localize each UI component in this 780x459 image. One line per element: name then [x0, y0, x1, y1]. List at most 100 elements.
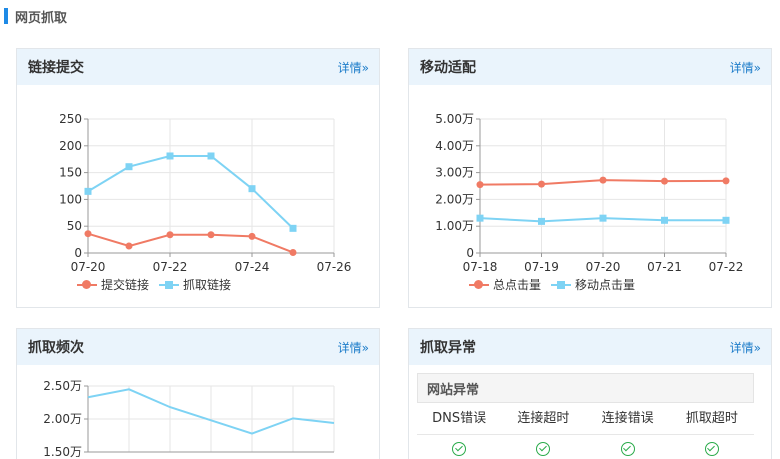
check-circle-icon: [704, 442, 719, 456]
col-dns-error: DNS错误: [417, 403, 502, 435]
chart-legend: 提交链接 抓取链接: [77, 276, 231, 293]
x-tick-label: 07-24: [235, 260, 270, 274]
details-link[interactable]: 详情»: [730, 59, 761, 76]
chart-link-submit: 0 50 100 150 200 250 07-20 07-22 07-24 07-26: [59, 112, 352, 274]
card-title: 链接提交: [28, 60, 84, 76]
details-link[interactable]: 详情»: [730, 339, 761, 356]
legend-item-submitted[interactable]: 提交链接: [77, 276, 149, 293]
legend-line-circle-icon: [469, 279, 489, 290]
section-accent-bar: [4, 8, 8, 24]
x-tick-label: 07-20: [71, 260, 106, 274]
status-cell: [501, 435, 585, 459]
check-circle-icon: [536, 442, 551, 456]
x-tick-label: 07-22: [709, 260, 744, 274]
y-tick-label: 3.00万: [435, 166, 474, 180]
chart-crawl-frequency: 1.50万 2.00万 2.50万: [43, 379, 335, 459]
data-point: [289, 224, 297, 232]
y-tick-label: 50: [67, 219, 82, 233]
x-tick-label: 07-26: [317, 260, 352, 274]
data-point: [125, 163, 133, 171]
data-point: [722, 177, 730, 185]
legend-line-square-icon: [159, 280, 180, 290]
x-tick-label: 07-22: [153, 260, 188, 274]
x-tick-label: 07-21: [647, 260, 682, 274]
card-title: 移动适配: [420, 60, 476, 76]
data-point: [722, 216, 730, 224]
status-cell: [586, 435, 670, 459]
y-tick-label: 1.00万: [435, 219, 474, 233]
error-table: DNS错误 连接超时 连接错误 抓取超时: [417, 403, 754, 459]
card-crawl-errors: 抓取异常 详情» 网站异常 DNS错误 连接超时 连接错误 抓取超时: [408, 328, 772, 459]
y-tick-label: 100: [59, 192, 82, 206]
data-point: [248, 185, 256, 193]
y-tick-label: 0: [74, 246, 82, 260]
status-cell: [417, 435, 501, 459]
data-point: [538, 217, 545, 225]
card-mobile-adapt: 移动适配 详情» 0 1.00万 2.00万 3.00万 4.00万 5.00万 07-18…: [408, 48, 772, 308]
card-crawl-frequency: 抓取频次 详情» 1.50万 2.00万 2.50万: [16, 328, 380, 459]
col-crawl-timeout: 抓取超时: [669, 403, 754, 435]
data-point: [84, 187, 92, 195]
card-title: 抓取频次: [28, 340, 84, 356]
x-tick-label: 07-18: [463, 260, 498, 274]
legend-label: 移动点击量: [575, 278, 636, 292]
status-cell: [670, 435, 754, 459]
check-circle-icon: [452, 442, 467, 456]
data-point: [84, 230, 92, 238]
chart-mobile-adapt: 0 1.00万 2.00万 3.00万 4.00万 5.00万 07-18 07-19 07-2…: [435, 112, 744, 274]
col-connect-timeout: 连接超时: [501, 403, 586, 435]
details-link[interactable]: 详情»: [338, 59, 369, 76]
y-tick-label: 5.00万: [435, 112, 474, 126]
check-circle-icon: [620, 442, 635, 456]
data-point: [248, 232, 256, 240]
data-point: [599, 214, 607, 222]
site-error-subheader: 网站异常: [417, 373, 754, 403]
card-header: 抓取异常 详情»: [409, 329, 771, 365]
data-point: [661, 216, 668, 224]
data-point: [661, 177, 668, 185]
card-header: 抓取频次 详情»: [17, 329, 379, 365]
card-title: 抓取异常: [420, 340, 476, 356]
data-point: [289, 248, 297, 256]
y-tick-label: 2.00万: [43, 412, 82, 426]
legend-line-circle-icon: [77, 279, 97, 290]
data-point: [538, 180, 545, 188]
error-table-header: DNS错误 连接超时 连接错误 抓取超时: [417, 403, 754, 435]
data-point: [125, 242, 133, 250]
legend-label: 提交链接: [101, 278, 150, 292]
card-link-submit: 链接提交 详情» 0 50 100 150 200 250 07-20 07-22 07-24 0…: [16, 48, 380, 308]
section-title: 网页抓取: [15, 10, 68, 26]
card-header: 移动适配 详情»: [409, 49, 771, 85]
col-connect-error: 连接错误: [585, 403, 670, 435]
data-point: [476, 214, 484, 222]
details-link[interactable]: 详情»: [338, 339, 369, 356]
y-tick-label: 250: [59, 112, 82, 126]
legend-item-crawled[interactable]: 抓取链接: [159, 276, 231, 293]
data-point: [207, 152, 215, 160]
error-table-row: [417, 435, 754, 459]
x-tick-label: 07-19: [524, 260, 559, 274]
y-tick-label: 2.00万: [435, 192, 474, 206]
chart-legend: 总点击量 移动点击量: [469, 276, 635, 293]
legend-label: 抓取链接: [183, 278, 232, 292]
y-tick-label: 2.50万: [43, 379, 82, 393]
y-tick-label: 200: [59, 139, 82, 153]
legend-label: 总点击量: [493, 278, 542, 292]
legend-line-square-icon: [551, 280, 572, 290]
series-line: [87, 154, 294, 230]
y-tick-label: 150: [59, 166, 82, 180]
y-tick-label: 0: [466, 246, 474, 260]
y-tick-label: 4.00万: [435, 139, 474, 153]
data-point: [476, 181, 484, 189]
data-point: [166, 231, 174, 239]
data-point: [166, 152, 174, 160]
x-tick-label: 07-20: [586, 260, 621, 274]
data-point: [599, 176, 607, 184]
section-header: 网页抓取: [4, 6, 67, 26]
card-header: 链接提交 详情»: [17, 49, 379, 85]
data-point: [207, 231, 215, 239]
y-tick-label: 1.50万: [43, 445, 82, 459]
legend-item-mobile-clicks[interactable]: 移动点击量: [551, 276, 635, 293]
series-line: [87, 232, 294, 254]
legend-item-total-clicks[interactable]: 总点击量: [469, 276, 541, 293]
